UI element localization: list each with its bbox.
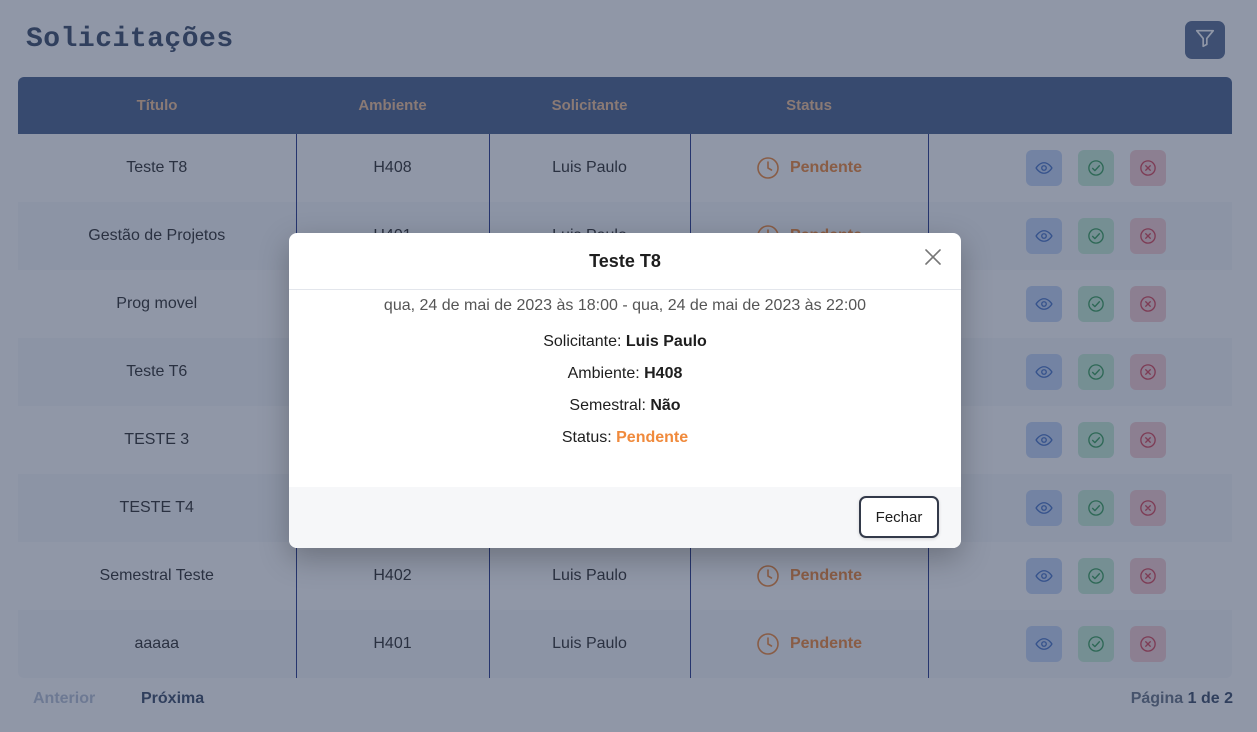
fechar-button[interactable]: Fechar [859,496,939,538]
modal-header: Teste T8 [289,233,961,290]
ambiente-value: H408 [644,365,683,382]
modal-title: Teste T8 [589,250,661,271]
status-label: Status: [561,429,612,446]
solicitante-label: Solicitante: [543,333,622,350]
modal-solicitante: Solicitante: Luis Paulo [289,333,961,351]
modal-dates: qua, 24 de mai de 2023 às 18:00 - qua, 2… [383,297,867,314]
semestral-value: Não [650,397,681,414]
modal-semestral: Semestral: Não [289,397,961,415]
semestral-label: Semestral: [569,397,646,414]
modal-body: qua, 24 de mai de 2023 às 18:00 - qua, 2… [289,290,961,487]
modal-status: Status: Pendente [289,429,961,447]
status-value: Pendente [616,429,689,446]
solicitante-value: Luis Paulo [625,333,707,350]
ambiente-label: Ambiente: [567,365,640,382]
modal-footer: Fechar [289,487,961,548]
request-details-modal: Teste T8 qua, 24 de mai de 2023 às 18:00… [289,233,961,548]
modal-ambiente: Ambiente: H408 [289,365,961,383]
close-icon[interactable] [921,245,945,269]
